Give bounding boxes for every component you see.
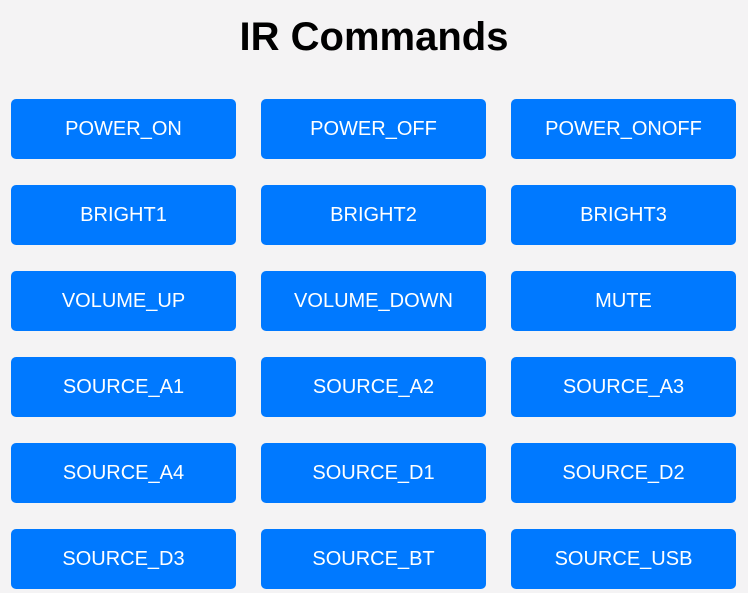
source-d1-button[interactable]: SOURCE_D1 — [261, 443, 486, 503]
page-title: IR Commands — [239, 15, 509, 59]
volume-up-button[interactable]: VOLUME_UP — [11, 271, 236, 331]
source-a1-button[interactable]: SOURCE_A1 — [11, 357, 236, 417]
bright2-button[interactable]: BRIGHT2 — [261, 185, 486, 245]
mute-button[interactable]: MUTE — [511, 271, 736, 331]
source-bt-button[interactable]: SOURCE_BT — [261, 529, 486, 589]
power-off-button[interactable]: POWER_OFF — [261, 99, 486, 159]
volume-down-button[interactable]: VOLUME_DOWN — [261, 271, 486, 331]
source-d3-button[interactable]: SOURCE_D3 — [11, 529, 236, 589]
power-on-button[interactable]: POWER_ON — [11, 99, 236, 159]
bright1-button[interactable]: BRIGHT1 — [11, 185, 236, 245]
source-usb-button[interactable]: SOURCE_USB — [511, 529, 736, 589]
source-a2-button[interactable]: SOURCE_A2 — [261, 357, 486, 417]
command-button-grid: POWER_ON POWER_OFF POWER_ONOFF BRIGHT1 B… — [11, 99, 736, 589]
bright3-button[interactable]: BRIGHT3 — [511, 185, 736, 245]
source-d2-button[interactable]: SOURCE_D2 — [511, 443, 736, 503]
source-a3-button[interactable]: SOURCE_A3 — [511, 357, 736, 417]
source-a4-button[interactable]: SOURCE_A4 — [11, 443, 236, 503]
power-onoff-button[interactable]: POWER_ONOFF — [511, 99, 736, 159]
